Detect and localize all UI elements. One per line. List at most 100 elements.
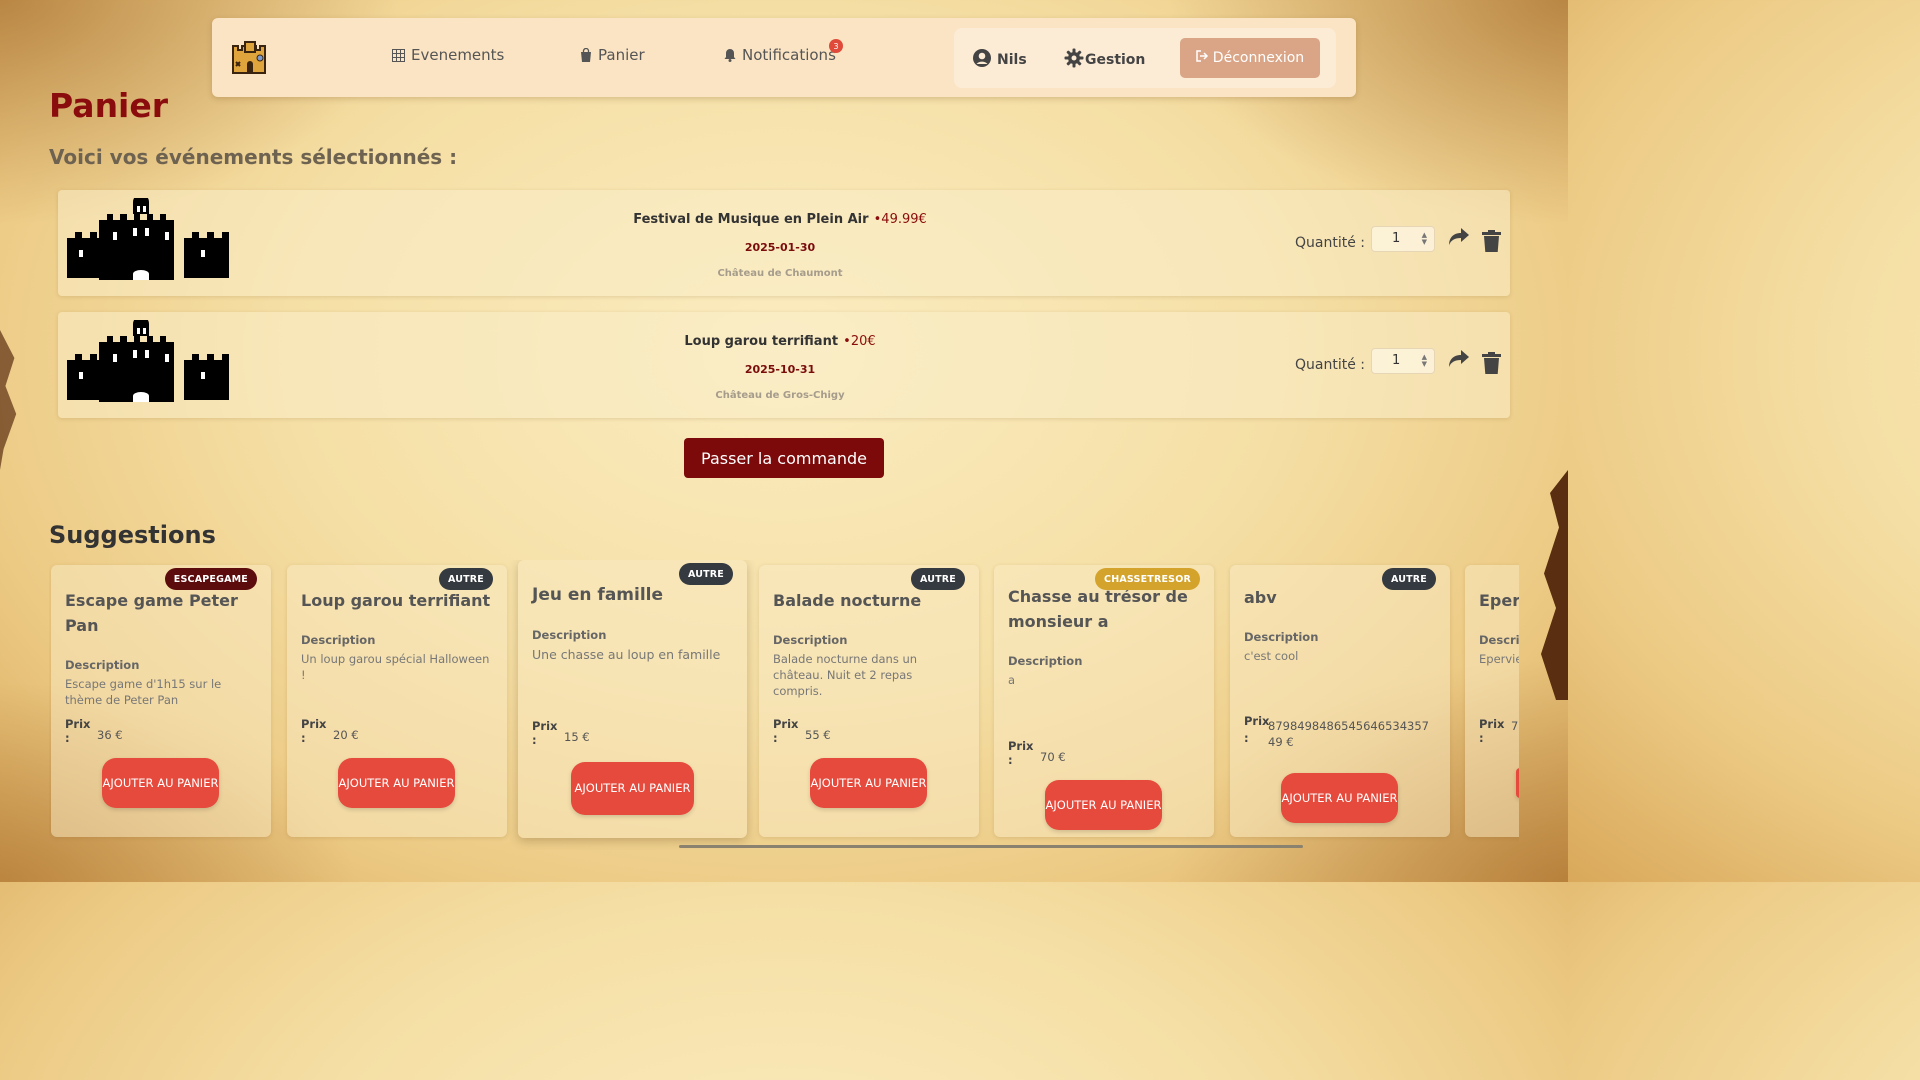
share-icon[interactable] [1448,349,1470,373]
quantity-label: Quantité : [1295,235,1365,251]
carousel-scrollbar[interactable] [679,845,1303,848]
description-text: a [1008,673,1016,687]
category-badge: AUTRE [910,568,965,590]
description-text: Un loup garou spécial Halloween ! [301,652,490,682]
trash-icon[interactable] [1482,352,1501,378]
bag-icon [580,48,592,62]
event-price: •49.99€ [873,212,927,227]
card-title: Jeu en famille [532,585,664,605]
nav-link-label: Evenements [411,46,505,64]
nav-link-panier[interactable]: Panier [580,46,645,64]
add-to-cart-button[interactable]: AJOUTER AU PANIER [1045,780,1162,830]
logout-button[interactable]: Déconnexion [1180,38,1320,78]
add-to-cart-button[interactable]: AJOUTER AU PANIER [1281,773,1398,823]
card-title: Balade nocturne [773,591,922,610]
price-value: 15 € [564,730,590,744]
suggestion-card: Eperv Description Epervie les peti Prix … [1465,565,1519,837]
event-date: 2025-10-31 [744,363,816,376]
price-label: Prix : [1008,739,1034,767]
suggestion-card: CHASSETRESOR Chasse au trésor de monsieu… [994,565,1214,837]
price-row: Prix : 8798498486545646534357 49 € [1244,713,1440,750]
add-to-cart-button[interactable]: AJOUTER AU PANIER [810,758,927,808]
price-row: Prix : 55 € [773,717,831,745]
description-label: Description [1244,630,1319,644]
logout-label: Déconnexion [1212,50,1305,66]
add-to-cart-button[interactable]: AJOUTER AU PANIER [338,758,455,808]
burnt-edge-decoration [0,330,17,470]
price-label: Prix : [773,717,799,745]
suggestion-card: AUTRE Jeu en famille Description Une cha… [518,560,747,838]
description-text: Epervie les peti [1479,652,1519,666]
cart-item-info: Festival de Musique en Plein Air •49.99€… [580,208,980,279]
description-label: Description [773,633,848,647]
burnt-edge-decoration [1541,470,1568,700]
gear-icon [1064,48,1084,72]
gestion-label: Gestion [1085,52,1146,68]
cart-item: Loup garou terrifiant •20€ 2025-10-31 Ch… [58,312,1510,418]
price-value: 55 € [805,728,831,742]
add-to-cart-button[interactable] [1516,768,1519,798]
quantity-value: 1 [1392,231,1401,246]
description-text: Une chasse au loup en famille [532,647,721,662]
price-value: 7 [1511,719,1519,733]
castle-image [67,194,229,284]
card-title: Loup garou terrifiant [301,591,491,610]
description-label: Description [1479,633,1519,647]
user-circle-icon [972,48,992,72]
grid-icon [392,48,405,62]
category-badge: AUTRE [678,563,733,585]
page-title: Panier [49,86,169,125]
price-value: 36 € [97,728,123,742]
price-row: Prix : 70 € [1008,739,1066,767]
gestion-link[interactable]: Gestion [1064,48,1145,72]
logout-icon [1196,50,1209,66]
price-value: 70 € [1040,750,1066,764]
description-label: Description [65,658,140,672]
nav-link-evenements[interactable]: Evenements [392,46,504,64]
category-badge: AUTRE [1381,568,1436,590]
price-row: Prix : 36 € [65,717,123,745]
nav-link-notifications[interactable]: Notifications 3 [724,39,843,64]
notification-badge: 3 [829,39,843,53]
event-date: 2025-01-30 [744,241,816,254]
cart-item: Festival de Musique en Plein Air •49.99€… [58,190,1510,296]
trash-icon[interactable] [1482,230,1501,256]
suggestion-card: ESCAPEGAME Escape game Peter Pan Descrip… [51,565,271,837]
price-row: Prix : 15 € [532,719,590,747]
suggestion-card: AUTRE Balade nocturne Description Balade… [759,565,979,837]
add-to-cart-button[interactable]: AJOUTER AU PANIER [571,762,694,815]
event-name: Loup garou terrifiant [684,334,839,349]
place-order-button[interactable]: Passer la commande [684,438,884,478]
price-label: Prix : [1479,717,1505,745]
description-text: Escape game d'1h15 sur le thème de Peter… [65,677,222,707]
category-badge: CHASSETRESOR [1095,568,1200,590]
card-title: Eperv [1479,591,1519,610]
bell-icon [724,48,736,62]
spinner-arrows-icon[interactable]: ▲ ▼ [1422,232,1427,246]
description-label: Description [301,633,376,647]
quantity-stepper[interactable]: 1 ▲ ▼ [1371,226,1435,252]
price-row: Prix : 7 [1479,717,1518,745]
card-title: Escape game Peter Pan [65,591,238,635]
event-place: Château de Chaumont [717,268,843,279]
event-place: Château de Gros-Chigy [715,390,845,401]
add-to-cart-button[interactable]: AJOUTER AU PANIER [102,758,219,808]
event-name: Festival de Musique en Plein Air [633,212,869,227]
spinner-arrows-icon[interactable]: ▲ ▼ [1422,354,1427,368]
price-value: 20 € [333,728,359,742]
user-name: Nils [997,52,1027,68]
description-text: Balade nocturne dans un château. Nuit et… [773,652,918,698]
price-value: 8798498486545646534357 49 € [1268,719,1429,749]
top-navbar: Evenements Panier Notifications 3 Nils G… [212,18,1356,97]
quantity-stepper[interactable]: 1 ▲ ▼ [1371,348,1435,374]
description-text: c'est cool [1244,649,1299,663]
castle-logo[interactable] [230,38,270,74]
event-price: •20€ [843,334,876,349]
suggestions-carousel[interactable]: ESCAPEGAME Escape game Peter Pan Descrip… [49,560,1519,850]
price-label: Prix : [532,719,558,747]
category-badge: AUTRE [438,568,493,590]
user-profile-link[interactable]: Nils [972,48,1027,72]
price-row: Prix : 20 € [301,717,359,745]
share-icon[interactable] [1448,227,1470,251]
suggestion-card: AUTRE abv Description c'est cool Prix : … [1230,565,1450,837]
